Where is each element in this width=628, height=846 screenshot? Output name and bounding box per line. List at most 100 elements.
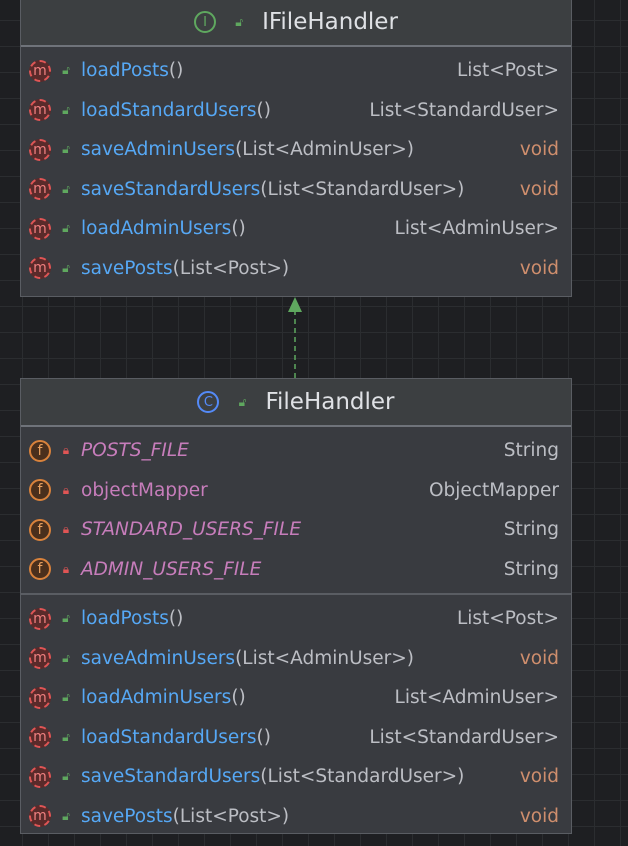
private-lock-icon: 🔒︎ — [62, 443, 70, 458]
return-type: List<AdminUser> — [394, 218, 559, 240]
method-params: (List<Post>) — [172, 805, 290, 827]
return-type: List<Post> — [456, 608, 559, 630]
field-name: STANDARD_USERS_FILE — [81, 519, 302, 541]
method-row[interactable]: m 🔓︎ saveAdminUsers (List<AdminUser>) vo… — [21, 639, 571, 679]
method-row[interactable]: m 🔓︎ loadAdminUsers () List<AdminUser> — [21, 209, 571, 249]
class-icon: C — [197, 391, 220, 413]
public-lock-icon: 🔓︎ — [238, 394, 247, 409]
public-lock-icon: 🔓︎ — [62, 611, 70, 626]
public-lock-icon: 🔓︎ — [62, 769, 70, 784]
method-icon: m — [29, 607, 51, 630]
method-row[interactable]: m 🔓︎ loadPosts () List<Post> — [21, 51, 571, 91]
final-field-icon: f — [29, 479, 51, 502]
method-icon: m — [29, 647, 51, 670]
return-type: List<AdminUser> — [394, 687, 559, 709]
private-lock-icon: 🔒︎ — [62, 522, 70, 537]
method-params: () — [256, 99, 271, 121]
method-icon: m — [29, 138, 51, 161]
method-params: (List<StandardUser>) — [260, 766, 465, 788]
public-lock-icon: 🔓︎ — [62, 102, 70, 117]
public-lock-icon: 🔓︎ — [62, 729, 70, 744]
return-type: void — [519, 178, 559, 200]
static-final-field-icon: f — [29, 558, 51, 581]
method-name: savePosts — [81, 257, 173, 279]
method-row[interactable]: m 🔓︎ loadStandardUsers () List<StandardU… — [21, 718, 571, 758]
method-name: loadAdminUsers — [81, 687, 232, 709]
public-lock-icon: 🔓︎ — [62, 690, 70, 705]
method-row[interactable]: m 🔓︎ savePosts (List<Post>) void — [21, 249, 571, 289]
class-filehandler[interactable]: C 🔓︎ FileHandler f 🔒︎ POSTS_FILE String … — [20, 378, 572, 834]
method-params: () — [231, 687, 246, 709]
method-params: (List<StandardUser>) — [260, 178, 465, 200]
method-name: saveAdminUsers — [81, 139, 236, 161]
method-row[interactable]: m 🔓︎ savePosts (List<Post>) void — [21, 797, 571, 837]
return-type: List<StandardUser> — [369, 99, 559, 121]
return-type: List<StandardUser> — [369, 726, 559, 748]
public-lock-icon: 🔓︎ — [62, 142, 70, 157]
field-name: objectMapper — [81, 479, 208, 501]
public-lock-icon: 🔓︎ — [62, 63, 70, 78]
method-params: () — [231, 218, 246, 240]
return-type: void — [519, 805, 559, 827]
interface-ifilehandler[interactable]: I 🔓︎ IFileHandler m 🔓︎ loadPosts () List… — [20, 0, 572, 297]
method-params: () — [168, 608, 184, 630]
static-final-field-icon: f — [29, 518, 51, 541]
class-header: C 🔓︎ FileHandler — [21, 379, 571, 427]
public-lock-icon: 🔓︎ — [62, 181, 70, 196]
method-icon: m — [29, 765, 51, 788]
method-row[interactable]: m 🔓︎ saveStandardUsers (List<StandardUse… — [21, 757, 571, 797]
method-name: loadStandardUsers — [81, 99, 257, 121]
method-icon: m — [29, 178, 51, 201]
interface-icon: I — [194, 11, 217, 33]
method-name: loadAdminUsers — [81, 218, 232, 240]
return-type: void — [519, 647, 559, 669]
field-row[interactable]: f 🔒︎ ADMIN_USERS_FILE String — [21, 550, 571, 590]
field-name: POSTS_FILE — [81, 440, 189, 462]
method-row[interactable]: m 🔓︎ loadAdminUsers () List<AdminUser> — [21, 678, 571, 718]
method-icon: m — [29, 217, 51, 240]
private-lock-icon: 🔒︎ — [62, 482, 70, 497]
field-type: String — [503, 440, 559, 462]
private-lock-icon: 🔒︎ — [62, 561, 70, 576]
interface-header: I 🔓︎ IFileHandler — [21, 0, 571, 47]
method-row[interactable]: m 🔓︎ loadStandardUsers () List<StandardU… — [21, 91, 571, 131]
field-row[interactable]: f 🔒︎ POSTS_FILE String — [21, 431, 571, 471]
return-type: void — [519, 139, 559, 161]
method-icon: m — [29, 257, 51, 280]
method-row[interactable]: m 🔓︎ loadPosts () List<Post> — [21, 599, 571, 639]
method-row[interactable]: m 🔓︎ saveAdminUsers (List<AdminUser>) vo… — [21, 130, 571, 170]
method-icon: m — [29, 59, 51, 82]
method-params: (List<AdminUser>) — [235, 139, 414, 161]
field-name: ADMIN_USERS_FILE — [81, 558, 262, 580]
method-params: () — [168, 60, 184, 82]
public-lock-icon: 🔓︎ — [62, 260, 70, 275]
class-title: FileHandler — [265, 389, 395, 415]
interface-title: IFileHandler — [262, 9, 398, 35]
public-lock-icon: 🔓︎ — [62, 808, 70, 823]
public-lock-icon: 🔓︎ — [235, 14, 243, 29]
method-icon: m — [29, 686, 51, 709]
method-row[interactable]: m 🔓︎ saveStandardUsers (List<StandardUse… — [21, 170, 571, 210]
field-type: ObjectMapper — [428, 479, 559, 501]
method-name: saveStandardUsers — [81, 178, 261, 200]
return-type: List<Post> — [456, 60, 559, 82]
method-icon: m — [29, 805, 51, 828]
method-icon: m — [29, 726, 51, 749]
field-type: String — [503, 558, 559, 580]
method-name: loadPosts — [81, 608, 169, 630]
method-name: savePosts — [81, 805, 173, 827]
public-lock-icon: 🔓︎ — [62, 650, 70, 665]
method-icon: m — [29, 99, 51, 122]
method-name: saveStandardUsers — [81, 766, 261, 788]
public-lock-icon: 🔓︎ — [62, 221, 70, 236]
return-type: void — [519, 766, 559, 788]
method-params: () — [256, 726, 271, 748]
method-params: (List<AdminUser>) — [235, 647, 414, 669]
method-name: loadStandardUsers — [81, 726, 257, 748]
field-row[interactable]: f 🔒︎ objectMapper ObjectMapper — [21, 471, 571, 511]
static-final-field-icon: f — [29, 439, 51, 462]
method-name: saveAdminUsers — [81, 647, 236, 669]
field-row[interactable]: f 🔒︎ STANDARD_USERS_FILE String — [21, 510, 571, 550]
method-params: (List<Post>) — [172, 257, 290, 279]
method-name: loadPosts — [81, 60, 169, 82]
